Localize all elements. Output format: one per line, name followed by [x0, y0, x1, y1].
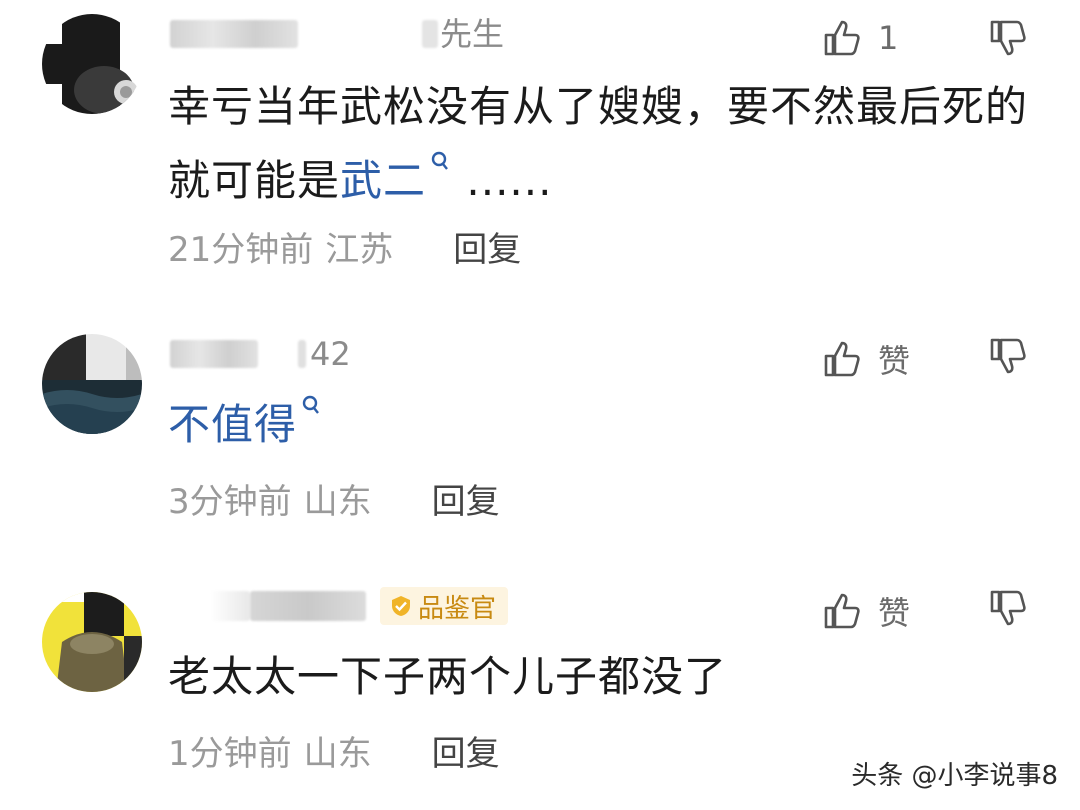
username[interactable]: 先生 [170, 18, 504, 50]
search-link[interactable]: 武二 [340, 156, 426, 205]
comment-location: 江苏 [325, 230, 394, 270]
dislike-button[interactable] [988, 336, 1028, 380]
comment-list: 先生 1 幸亏当年武松没有从了嫂嫂，要不然最后死的就可能是武二 ...... 2… [0, 0, 1080, 810]
comment-text-tail: ...... [452, 156, 553, 205]
avatar[interactable] [42, 592, 142, 692]
thumbs-up-icon [824, 20, 860, 56]
username-redacted [298, 340, 306, 368]
avatar[interactable] [42, 334, 142, 434]
comment-meta: 3分钟前 山东 回复 [168, 474, 500, 523]
username-redacted [210, 591, 250, 621]
comment-meta: 1分钟前 山东 回复 [168, 726, 500, 775]
search-icon [431, 151, 448, 170]
comment-time: 3分钟前 [168, 482, 292, 522]
reply-button[interactable]: 回复 [432, 474, 500, 523]
thumbs-down-icon [990, 338, 1026, 374]
comment-text-body: 幸亏当年武松没有从了嫂嫂，要不然最后死的就可能是 [168, 82, 1029, 205]
like-count: 赞 [878, 342, 911, 380]
dislike-button[interactable] [988, 18, 1028, 62]
comment-text: 幸亏当年武松没有从了嫂嫂，要不然最后死的就可能是武二 ...... [168, 70, 1048, 218]
username-redacted [170, 340, 258, 368]
username[interactable]: 42 [170, 338, 351, 370]
reply-button[interactable]: 回复 [453, 222, 521, 271]
comment-time: 21分钟前 [168, 230, 314, 270]
comment-meta: 21分钟前 江苏 回复 [168, 222, 521, 271]
badge-check-icon [392, 596, 410, 616]
thumbs-down-icon [990, 20, 1026, 56]
like-button[interactable]: 1 [822, 18, 898, 58]
username-redacted [422, 20, 438, 48]
username-redacted [250, 591, 366, 621]
like-count: 赞 [878, 594, 911, 632]
username-suffix: 先生 [440, 15, 505, 53]
like-button[interactable]: 赞 [822, 336, 910, 382]
comment-time: 1分钟前 [168, 734, 292, 774]
search-icon [302, 395, 319, 414]
username-redacted [170, 20, 298, 48]
reply-button[interactable]: 回复 [432, 726, 500, 775]
avatar-image [42, 14, 142, 114]
search-link[interactable]: 不值得 [168, 400, 297, 449]
avatar-image [42, 334, 142, 434]
avatar[interactable] [42, 14, 142, 114]
watermark: 头条 @小李说事8 [851, 761, 1058, 791]
like-button[interactable]: 赞 [822, 588, 910, 634]
comment-text: 不值得 [168, 388, 1048, 462]
thumbs-up-icon [824, 593, 860, 629]
username-suffix: 42 [310, 335, 351, 373]
dislike-button[interactable] [988, 588, 1028, 632]
comment-location: 山东 [303, 482, 372, 522]
comment-location: 山东 [303, 734, 372, 774]
like-count: 1 [878, 19, 899, 57]
avatar-image [42, 592, 142, 692]
comment-text: 老太太一下子两个儿子都没了 [168, 640, 1048, 714]
thumbs-up-icon [824, 341, 860, 377]
comment-text-body: 老太太一下子两个儿子都没了 [168, 652, 728, 701]
thumbs-down-icon [990, 590, 1026, 626]
badge-label: 品鉴官 [418, 593, 497, 624]
badge: 品鉴官 [380, 587, 509, 625]
username[interactable]: 品鉴官 [170, 587, 509, 625]
